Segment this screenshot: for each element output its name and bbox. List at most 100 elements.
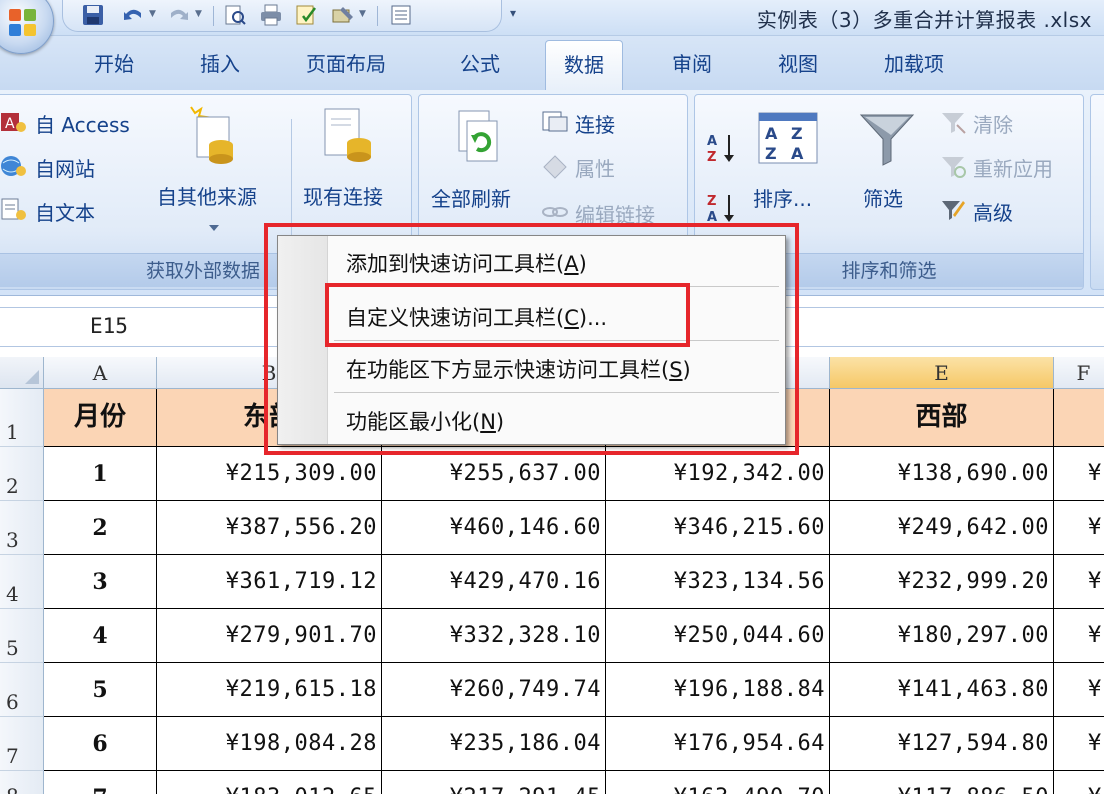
table-cell[interactable]: ¥387,556.20 [157,501,382,555]
table-cell[interactable]: ¥460,146.60 [382,501,606,555]
cell-f1[interactable] [1054,389,1104,447]
table-cell[interactable]: ¥ [1054,555,1104,609]
customize-qat-dropdown-icon[interactable]: ▾ [510,6,516,20]
row-header-5[interactable]: 5 [0,609,44,663]
tab-insert[interactable]: 插入 [200,48,240,77]
table-cell[interactable]: ¥ [1054,717,1104,771]
reapply-icon [939,153,967,183]
name-box[interactable]: E15 [0,308,278,348]
table-cell[interactable]: ¥183,012.65 [157,771,382,794]
table-cell[interactable]: ¥ [1054,771,1104,794]
tab-data[interactable]: 数据 [545,40,623,92]
refresh-all-button[interactable]: 全部刷新 [431,183,511,212]
properties-button[interactable]: 属性 [575,153,615,182]
from-text-button[interactable]: 自文本 [35,197,95,226]
table-cell[interactable]: ¥138,690.00 [830,447,1054,501]
redo-dropdown-icon[interactable]: ▼ [195,9,202,19]
advanced-button[interactable]: 高级 [973,197,1013,226]
tab-page-layout[interactable]: 页面布局 [306,48,386,77]
tab-view[interactable]: 视图 [778,48,818,77]
table-cell[interactable]: 1 [44,447,157,501]
cell-e1[interactable]: 西部 [830,389,1054,447]
menu-item-minimize-ribbon[interactable]: 功能区最小化(N) [346,406,504,436]
table-cell[interactable]: ¥232,999.20 [830,555,1054,609]
row-header-7[interactable]: 7 [0,717,44,771]
table-cell[interactable]: ¥ [1054,447,1104,501]
column-header-f[interactable]: F [1054,357,1104,389]
table-cell[interactable]: 6 [44,717,157,771]
table-cell[interactable]: ¥ [1054,501,1104,555]
table-cell[interactable]: ¥141,463.80 [830,663,1054,717]
column-header-a[interactable]: A [44,357,157,389]
menu-item-add-to-qat[interactable]: 添加到快速访问工具栏(A) [346,248,587,278]
table-cell[interactable]: ¥235,186.04 [382,717,606,771]
table-cell[interactable]: ¥176,954.64 [606,717,830,771]
redo-icon[interactable] [167,4,191,26]
form-icon[interactable] [389,4,413,26]
tab-home[interactable]: 开始 [94,48,134,77]
table-cell[interactable]: ¥332,328.10 [382,609,606,663]
tab-add-ins[interactable]: 加载项 [884,48,944,77]
save-icon[interactable] [81,4,105,26]
sort-button[interactable]: 排序... [753,183,812,212]
print-preview-icon[interactable] [223,4,247,26]
row-header-2[interactable]: 2 [0,447,44,501]
cell-a1[interactable]: 月份 [44,389,157,447]
tab-review[interactable]: 审阅 [672,48,712,77]
sort-za-icon[interactable]: ZA [705,191,739,229]
table-cell[interactable]: ¥250,044.60 [606,609,830,663]
from-other-sources-button[interactable]: 自其他来源 [157,181,257,210]
reapply-button[interactable]: 重新应用 [973,153,1053,182]
column-header-e[interactable]: E [830,357,1054,389]
edit-links-button[interactable]: 编辑链接 [575,199,655,228]
existing-connections-button[interactable]: 现有连接 [303,181,383,210]
table-cell[interactable]: ¥361,719.12 [157,555,382,609]
table-cell[interactable]: ¥180,297.00 [830,609,1054,663]
table-cell[interactable]: ¥346,215.60 [606,501,830,555]
table-cell[interactable]: 2 [44,501,157,555]
table-cell[interactable]: ¥217,291.45 [382,771,606,794]
sort-az-icon[interactable]: AZ [705,131,739,169]
undo-icon[interactable] [121,4,145,26]
table-cell[interactable]: 7 [44,771,157,794]
row-header-8[interactable]: 8 [0,771,44,794]
table-cell[interactable]: 3 [44,555,157,609]
table-cell[interactable]: ¥127,594.80 [830,717,1054,771]
row-header-6[interactable]: 6 [0,663,44,717]
connections-button[interactable]: 连接 [575,109,615,138]
table-cell[interactable]: ¥215,309.00 [157,447,382,501]
undo-dropdown-icon[interactable]: ▼ [149,9,156,19]
table-cell[interactable]: 4 [44,609,157,663]
clear-button[interactable]: 清除 [973,109,1013,138]
table-cell[interactable]: ¥198,084.28 [157,717,382,771]
table-cell[interactable]: 5 [44,663,157,717]
row-header-3[interactable]: 3 [0,501,44,555]
table-cell[interactable]: ¥323,134.56 [606,555,830,609]
table-cell[interactable]: ¥196,188.84 [606,663,830,717]
filter-button[interactable]: 筛选 [863,183,903,212]
spelling-icon[interactable] [295,4,319,26]
row-header-1[interactable]: 1 [0,389,44,447]
tools-dropdown-icon[interactable]: ▼ [359,9,366,19]
table-cell[interactable]: ¥117,886.50 [830,771,1054,794]
from-web-button[interactable]: 自网站 [35,153,95,182]
table-cell[interactable]: ¥429,470.16 [382,555,606,609]
table-cell[interactable]: ¥255,637.00 [382,447,606,501]
select-all-button[interactable] [0,357,44,389]
table-cell[interactable]: ¥ [1054,609,1104,663]
row-header-4[interactable]: 4 [0,555,44,609]
table-cell[interactable]: ¥219,615.18 [157,663,382,717]
print-icon[interactable] [259,4,283,26]
from-access-button[interactable]: 自 Access [35,109,130,138]
table-cell[interactable]: ¥192,342.00 [606,447,830,501]
table-cell[interactable]: ¥279,901.70 [157,609,382,663]
table-cell[interactable]: ¥163,490.70 [606,771,830,794]
menu-item-show-qat-below-ribbon[interactable]: 在功能区下方显示快速访问工具栏(S) [346,354,691,384]
tools-icon[interactable] [331,4,355,26]
table-cell[interactable]: ¥ [1054,663,1104,717]
table-cell[interactable]: ¥260,749.74 [382,663,606,717]
tab-formulas[interactable]: 公式 [460,48,500,77]
menu-item-customize-qat[interactable]: 自定义快速访问工具栏(C)... [346,302,607,332]
table-cell[interactable]: ¥249,642.00 [830,501,1054,555]
from-other-dropdown-icon[interactable] [209,225,219,231]
